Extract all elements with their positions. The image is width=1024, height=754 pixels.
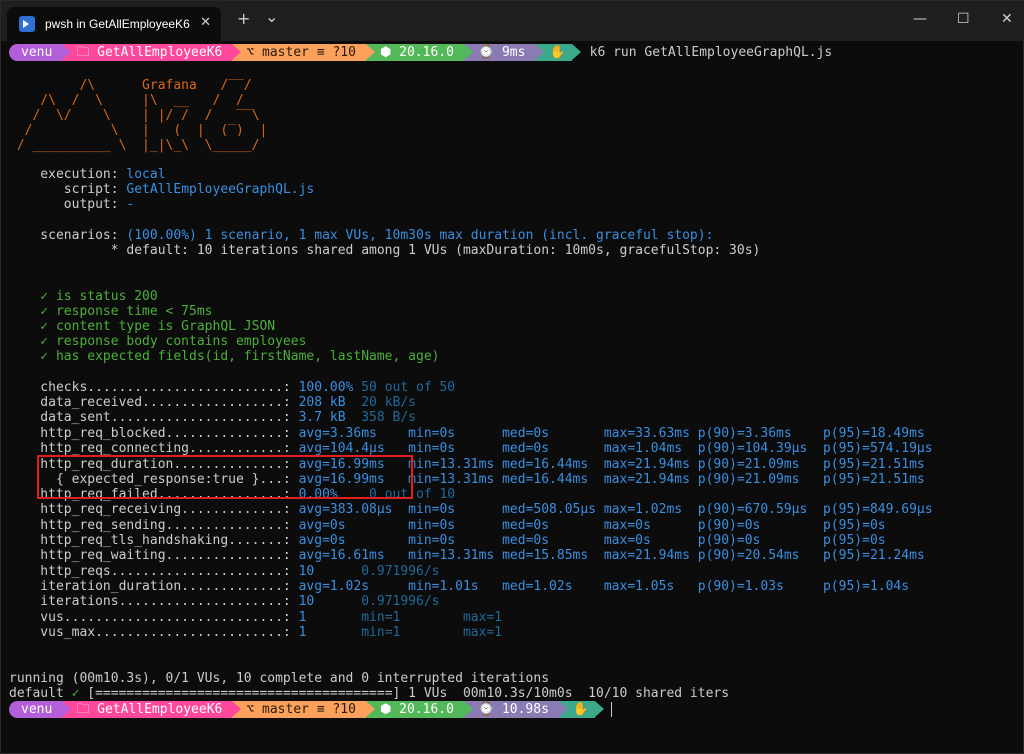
shell-icon: ✋: [549, 44, 566, 60]
prompt-line-2: venu 🗀 GetAllEmployeeK6 ⌥ master ≡ ?10 ⬢…: [9, 701, 613, 718]
check-item: ✓ response body contains employees: [9, 334, 307, 349]
prompt-exec-time: ⌚ 9ms: [463, 44, 544, 61]
prompt-node: ⬢ 20.16.0: [365, 701, 473, 718]
check-item: ✓ content type is GraphQL JSON: [9, 319, 276, 334]
metric-row: http_req_sending...............: avg=0s …: [9, 518, 886, 533]
banner-line: /\ / \ |\ __ / /: [9, 93, 244, 108]
metric-row: http_reqs......................: 10 0.97…: [9, 564, 440, 579]
prompt-folder: 🗀 GetAllEmployeeK6: [62, 701, 242, 718]
metric-row: iteration_duration.............: avg=1.0…: [9, 579, 910, 594]
prompt-user: venu: [9, 44, 72, 61]
github-icon: ⌥: [246, 44, 263, 60]
prompt-node: ⬢ 20.16.0: [365, 44, 473, 61]
tab-dropdown-button[interactable]: ⌄: [265, 7, 278, 26]
metric-row: http_req_tls_handshaking.......: avg=0s …: [9, 533, 886, 548]
metric-row: http_req_waiting...............: avg=16.…: [9, 548, 925, 563]
github-icon: ⌥: [246, 701, 263, 717]
tab-close-button[interactable]: ✕: [200, 15, 211, 30]
default-scenario-line: * default: 10 iterations shared among 1 …: [9, 243, 761, 258]
timer-icon: ⌚: [477, 701, 502, 717]
banner-line: / __________ \ |_|\_\ \_____/: [9, 138, 260, 153]
prompt-user: venu: [9, 701, 72, 718]
maximize-button[interactable]: ☐: [957, 11, 970, 27]
minimize-button[interactable]: —: [913, 11, 927, 27]
prompt-line-1: venu 🗀 GetAllEmployeeK6 ⌥ master ≡ ?10 ⬢…: [9, 44, 832, 61]
prompt-folder: 🗀 GetAllEmployeeK6: [62, 44, 242, 61]
metric-row: iterations.....................: 10 0.97…: [9, 594, 440, 609]
running-status: running (00m10.3s), 0/1 VUs, 10 complete…: [9, 671, 550, 686]
folder-icon: 🗀: [76, 44, 98, 60]
output-line: output: -: [9, 197, 135, 212]
check-item: ✓ is status 200: [9, 289, 158, 304]
banner-line: / \/ \ | |/ / / ‾‾\: [9, 108, 260, 123]
text-cursor[interactable]: [611, 702, 613, 717]
metric-row: checks.........................: 100.00%…: [9, 380, 456, 395]
close-button[interactable]: ✕: [1001, 11, 1013, 27]
tab-title: pwsh in GetAllEmployeeK6: [45, 17, 190, 31]
shell-icon: ✋: [572, 701, 590, 717]
duration-highlight-box: [37, 455, 413, 499]
banner-line: / \ | ( | (‾) |: [9, 123, 268, 138]
node-icon: ⬢: [379, 701, 400, 717]
powershell-icon: [19, 16, 35, 32]
terminal-window: pwsh in GetAllEmployeeK6 ✕ + ⌄ — ☐ ✕ ven…: [0, 0, 1024, 754]
terminal-body[interactable]: venu 🗀 GetAllEmployeeK6 ⌥ master ≡ ?10 ⬢…: [1, 41, 1023, 753]
prompt-git: ⌥ master ≡ ?10: [232, 44, 375, 61]
command-text: k6 run GetAllEmployeeGraphQL.js: [589, 44, 833, 60]
check-item: ✓ response time < 75ms: [9, 304, 213, 319]
metric-row: http_req_receiving.............: avg=383…: [9, 502, 933, 517]
new-tab-button[interactable]: +: [237, 9, 250, 28]
scenarios-line: scenarios: (100.00%) 1 scenario, 1 max V…: [9, 228, 714, 243]
prompt-git: ⌥ master ≡ ?10: [232, 701, 375, 718]
metric-row: data_received..................: 208 kB …: [9, 395, 417, 410]
tab-pwsh[interactable]: pwsh in GetAllEmployeeK6 ✕: [7, 7, 221, 41]
execution-line: execution: local: [9, 167, 166, 182]
folder-icon: 🗀: [76, 701, 98, 717]
check-item: ✓ has expected fields(id, firstName, las…: [9, 349, 440, 364]
timer-icon: ⌚: [477, 44, 502, 60]
metric-row: data_sent......................: 3.7 kB …: [9, 410, 417, 425]
metric-row: vus_max........................: 1 min=1…: [9, 625, 503, 640]
metric-row: vus............................: 1 min=1…: [9, 610, 503, 625]
metric-row: http_req_blocked...............: avg=3.3…: [9, 426, 925, 441]
title-bar: pwsh in GetAllEmployeeK6 ✕ + ⌄ — ☐ ✕: [1, 1, 1024, 41]
banner-line: /\ Grafana /‾‾/: [9, 78, 252, 93]
script-line: script: GetAllEmployeeGraphQL.js: [9, 182, 315, 197]
node-icon: ⬢: [379, 44, 400, 60]
prompt-exec-time: ⌚ 10.98s: [463, 701, 568, 718]
progress-line: default ✓ [=============================…: [9, 686, 730, 701]
